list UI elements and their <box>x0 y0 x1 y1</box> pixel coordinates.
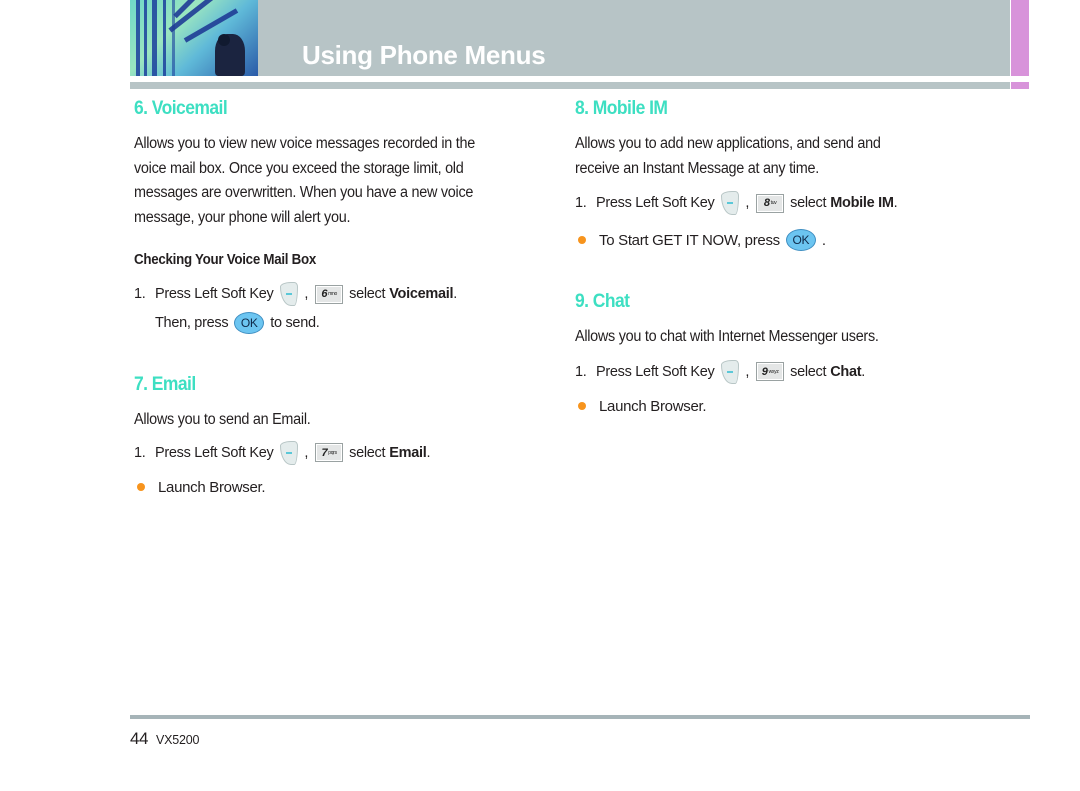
period: . <box>893 195 898 211</box>
email-body: Allows you to send an Email. <box>134 411 311 428</box>
section-title-email: 7. Email <box>134 374 196 395</box>
right-column: 8. Mobile IM Allows you to add new appli… <box>575 98 995 415</box>
model-name: VX5200 <box>156 733 200 747</box>
bullet-dot-icon <box>137 483 145 491</box>
bullet-text: Launch Browser. <box>158 478 266 496</box>
chat-step-1: 1. Press Left Soft Key , 9 wxyz select Ch… <box>575 359 995 384</box>
comma: , <box>745 195 750 211</box>
mobile-im-body-line: Allows you to add new applications, and … <box>575 135 881 152</box>
section-title-mobile-im: 8. Mobile IM <box>575 98 668 119</box>
select-text: select <box>790 195 827 211</box>
step-number: 1. <box>575 363 587 380</box>
key-6-icon: 6 mno <box>315 284 344 304</box>
mobile-im-body-line: receive an Instant Message at any time. <box>575 159 819 177</box>
step-number: 1. <box>134 286 146 302</box>
header-accent <box>1011 0 1029 76</box>
bullet-text: To Start GET IT NOW, press <box>599 231 780 249</box>
voicemail-body-line: Allows you to view new voice messages re… <box>134 135 475 152</box>
mobile-im-step-1: 1. Press Left Soft Key , 8 tuv select Mob… <box>575 191 995 215</box>
email-step-1: 1. Press Left Soft Key , 7 pqrs select Em… <box>134 440 534 465</box>
select-text: select <box>790 363 827 380</box>
period: . <box>821 231 826 249</box>
left-soft-key-icon <box>721 191 740 215</box>
left-soft-key-icon <box>280 282 299 306</box>
comma: , <box>745 363 750 380</box>
period: . <box>426 444 431 461</box>
menu-target: Email <box>389 444 427 461</box>
key-7-icon: 7 pqrs <box>315 443 344 462</box>
select-text: select <box>349 444 386 461</box>
step-text: Then, press <box>155 315 229 331</box>
menu-target: Chat <box>830 363 862 380</box>
subheading-voice-mail-box: Checking Your Voice Mail Box <box>134 252 317 268</box>
voicemail-body-line: messages are overwritten. When you have … <box>134 184 474 201</box>
ok-key-icon: OK <box>785 229 816 251</box>
step-text: Press Left Soft Key <box>596 195 715 211</box>
page-title: Using Phone Menus <box>302 40 546 70</box>
select-text: select <box>349 286 386 302</box>
comma: , <box>304 286 309 302</box>
page-number: 44 <box>130 729 148 748</box>
chat-bullet: Launch Browser. <box>575 398 995 415</box>
period: . <box>861 363 866 380</box>
left-soft-key-icon <box>721 359 740 384</box>
bullet-dot-icon <box>578 402 586 410</box>
menu-target: Voicemail <box>389 286 454 302</box>
header-photo <box>130 0 258 76</box>
bullet-dot-icon <box>578 236 586 244</box>
section-title-voicemail: 6. Voicemail <box>134 98 228 119</box>
bullet-text: Launch Browser. <box>599 397 707 415</box>
chat-body: Allows you to chat with Internet Messeng… <box>575 328 879 345</box>
step-text: Press Left Soft Key <box>155 286 274 302</box>
ok-key-icon: OK <box>234 312 265 334</box>
step-text: Press Left Soft Key <box>155 444 274 461</box>
voicemail-body-line: message, your phone will alert you. <box>134 208 351 226</box>
voicemail-step-1b: Then, press OK to send. <box>134 312 534 334</box>
step-number: 1. <box>134 444 146 461</box>
mobile-im-bullet: To Start GET IT NOW, press OK. <box>575 229 995 251</box>
key-8-icon: 8 tuv <box>756 193 785 213</box>
left-soft-key-icon <box>280 440 299 465</box>
period: . <box>453 286 457 302</box>
email-bullet: Launch Browser. <box>134 479 534 496</box>
step-text: Press Left Soft Key <box>596 363 715 380</box>
menu-target: Mobile IM <box>830 195 894 211</box>
section-title-chat: 9. Chat <box>575 291 630 312</box>
comma: , <box>304 444 309 461</box>
step-number: 1. <box>575 195 587 211</box>
left-column: 6. Voicemail Allows you to view new voic… <box>134 98 534 496</box>
key-9-icon: 9 wxyz <box>756 362 785 381</box>
header-rule <box>130 82 1010 89</box>
header-rule-accent <box>1011 82 1029 89</box>
voicemail-body-line: voice mail box. Once you exceed the stor… <box>134 159 464 177</box>
voicemail-step-1: 1. Press Left Soft Key , 6 mno select Voi… <box>134 282 534 306</box>
footer-rule <box>130 715 1030 719</box>
step-text: to send. <box>270 315 320 331</box>
person-head <box>218 34 230 46</box>
